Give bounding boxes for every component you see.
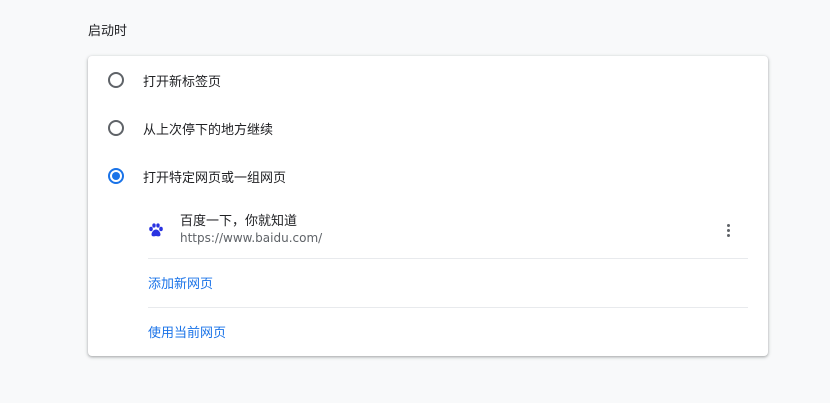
radio-button-checked[interactable]	[108, 168, 124, 184]
radio-button[interactable]	[108, 72, 124, 88]
divider	[148, 307, 748, 308]
radio-option-specific-pages[interactable]: 打开特定网页或一组网页	[88, 152, 768, 200]
use-current-pages-link[interactable]: 使用当前网页	[148, 322, 226, 341]
radio-label: 从上次停下的地方继续	[143, 123, 274, 138]
baidu-paw-icon	[149, 223, 163, 237]
startup-card: 打开新标签页 从上次停下的地方继续 打开特定网页或一组网页 百度一下，你就知道 …	[88, 56, 768, 356]
more-vert-icon	[726, 223, 730, 227]
radio-label: 打开新标签页	[143, 75, 222, 90]
add-new-page-link[interactable]: 添加新网页	[148, 273, 213, 292]
divider	[148, 258, 748, 259]
page-url: https://www.baidu.com/	[180, 231, 323, 245]
radio-label: 打开特定网页或一组网页	[143, 171, 287, 186]
radio-option-new-tab[interactable]: 打开新标签页	[88, 56, 768, 104]
more-actions-button[interactable]	[716, 216, 740, 244]
page-title: 百度一下，你就知道	[180, 214, 298, 229]
section-title: 启动时	[88, 24, 128, 39]
startup-page-entry: 百度一下，你就知道 https://www.baidu.com/	[148, 202, 748, 258]
radio-button[interactable]	[108, 120, 124, 136]
radio-option-continue[interactable]: 从上次停下的地方继续	[88, 104, 768, 152]
